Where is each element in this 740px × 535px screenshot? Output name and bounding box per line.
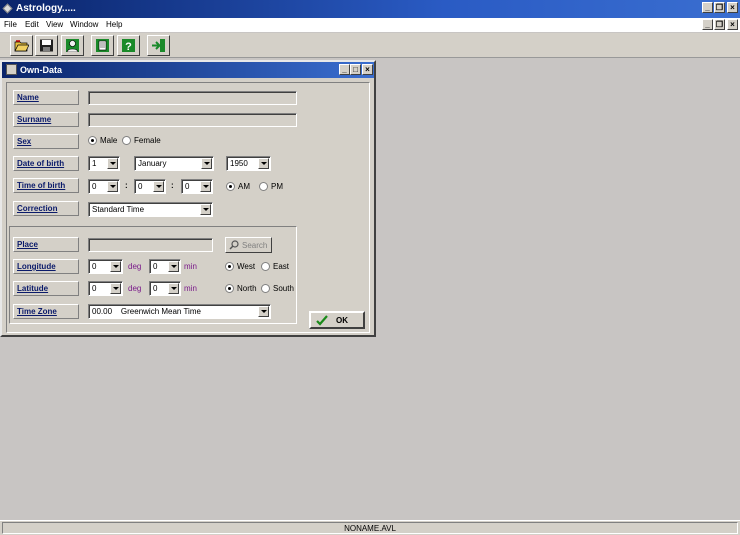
minimize-button[interactable]: _ — [702, 2, 713, 13]
year-select[interactable]: 1950 — [226, 156, 271, 171]
place-label: Place — [13, 237, 79, 252]
status-bar: NONAME.AVL — [0, 520, 740, 535]
west-radio[interactable]: West — [225, 262, 255, 271]
child-minimize-button[interactable]: _ — [339, 64, 350, 75]
sex-male-radio[interactable]: Male — [88, 136, 117, 145]
menu-window[interactable]: Window — [70, 20, 98, 29]
own-data-panel: Name Surname Sex Male Female Date of bir… — [6, 82, 370, 333]
minute-select[interactable]: 0 — [134, 179, 166, 194]
latitude-min-unit: min — [184, 284, 197, 293]
chevron-down-icon[interactable] — [200, 181, 211, 192]
status-filename: NONAME.AVL — [2, 522, 738, 534]
chevron-down-icon[interactable] — [200, 204, 211, 215]
month-select[interactable]: January — [134, 156, 214, 171]
chevron-down-icon[interactable] — [258, 306, 269, 317]
app-title-bar: Astrology..... _ ❐ × — [0, 0, 740, 18]
app-title: Astrology..... — [16, 3, 76, 14]
open-button[interactable] — [10, 35, 33, 56]
child-close-button[interactable]: × — [362, 64, 373, 75]
hour-select[interactable]: 0 — [88, 179, 120, 194]
menu-edit[interactable]: Edit — [25, 20, 39, 29]
pm-radio[interactable]: PM — [259, 182, 283, 191]
person-icon — [66, 39, 79, 52]
sex-female-radio[interactable]: Female — [122, 136, 161, 145]
date-of-birth-label: Date of birth — [13, 156, 79, 171]
north-radio[interactable]: North — [225, 284, 257, 293]
am-radio[interactable]: AM — [226, 182, 250, 191]
latitude-deg-select[interactable]: 0 — [88, 281, 123, 296]
latitude-label: Latitude — [13, 281, 79, 296]
toolbar: ? — [0, 33, 740, 58]
name-label: Name — [13, 90, 79, 105]
day-select[interactable]: 1 — [88, 156, 120, 171]
second-select[interactable]: 0 — [181, 179, 213, 194]
chevron-down-icon[interactable] — [168, 283, 179, 294]
time-separator: : — [125, 181, 128, 190]
menu-file[interactable]: File — [4, 20, 17, 29]
search-button[interactable]: Search — [225, 237, 272, 253]
document-icon — [96, 39, 109, 52]
south-radio[interactable]: South — [261, 284, 294, 293]
open-folder-icon — [14, 40, 29, 52]
search-icon — [229, 240, 239, 250]
time-separator: : — [171, 181, 174, 190]
menu-bar: File Edit View Window Help _ ❐ × — [0, 18, 740, 32]
place-input[interactable] — [88, 238, 213, 252]
surname-input[interactable] — [88, 113, 297, 127]
east-radio[interactable]: East — [261, 262, 289, 271]
mdi-restore-button[interactable]: ❐ — [714, 19, 725, 30]
person-button[interactable] — [61, 35, 84, 56]
checkmark-icon — [316, 315, 328, 326]
longitude-deg-select[interactable]: 0 — [88, 259, 123, 274]
own-data-title: Own-Data — [20, 65, 63, 75]
time-zone-label: Time Zone — [13, 304, 79, 319]
correction-label: Correction — [13, 201, 79, 216]
document-button[interactable] — [91, 35, 114, 56]
chevron-down-icon[interactable] — [110, 261, 121, 272]
svg-text:?: ? — [125, 41, 132, 52]
app-diamond-icon — [2, 3, 13, 14]
correction-select[interactable]: Standard Time — [88, 202, 213, 217]
longitude-label: Longitude — [13, 259, 79, 274]
window-icon — [6, 64, 17, 75]
close-button[interactable]: × — [727, 2, 738, 13]
help-icon: ? — [122, 39, 135, 52]
latitude-deg-unit: deg — [128, 284, 142, 293]
mdi-close-button[interactable]: × — [727, 19, 738, 30]
sex-label: Sex — [13, 134, 79, 149]
time-zone-select[interactable]: 00.00 Greenwich Mean Time — [88, 304, 271, 319]
longitude-min-select[interactable]: 0 — [149, 259, 181, 274]
help-button[interactable]: ? — [117, 35, 140, 56]
chevron-down-icon[interactable] — [201, 158, 212, 169]
save-button[interactable] — [35, 35, 58, 56]
latitude-min-select[interactable]: 0 — [149, 281, 181, 296]
name-input[interactable] — [88, 91, 297, 105]
longitude-deg-unit: deg — [128, 262, 142, 271]
exit-button[interactable] — [147, 35, 170, 56]
menu-help[interactable]: Help — [106, 20, 122, 29]
chevron-down-icon[interactable] — [110, 283, 121, 294]
chevron-down-icon[interactable] — [107, 181, 118, 192]
child-maximize-button[interactable]: □ — [350, 64, 361, 75]
save-disk-icon — [40, 39, 53, 52]
restore-button[interactable]: ❐ — [714, 2, 725, 13]
chevron-down-icon[interactable] — [153, 181, 164, 192]
chevron-down-icon[interactable] — [107, 158, 118, 169]
chevron-down-icon[interactable] — [258, 158, 269, 169]
ok-button[interactable]: OK — [309, 311, 365, 329]
longitude-min-unit: min — [184, 262, 197, 271]
menu-view[interactable]: View — [46, 20, 63, 29]
own-data-title-bar: Own-Data _ □ × — [2, 62, 374, 78]
surname-label: Surname — [13, 112, 79, 127]
place-group: Place Search Longitude 0 deg 0 min West … — [9, 226, 297, 324]
exit-icon — [152, 39, 165, 52]
chevron-down-icon[interactable] — [168, 261, 179, 272]
time-of-birth-label: Time of birth — [13, 178, 79, 193]
mdi-minimize-button[interactable]: _ — [702, 19, 713, 30]
own-data-window: Own-Data _ □ × Name Surname Sex Male Fem… — [0, 60, 376, 337]
